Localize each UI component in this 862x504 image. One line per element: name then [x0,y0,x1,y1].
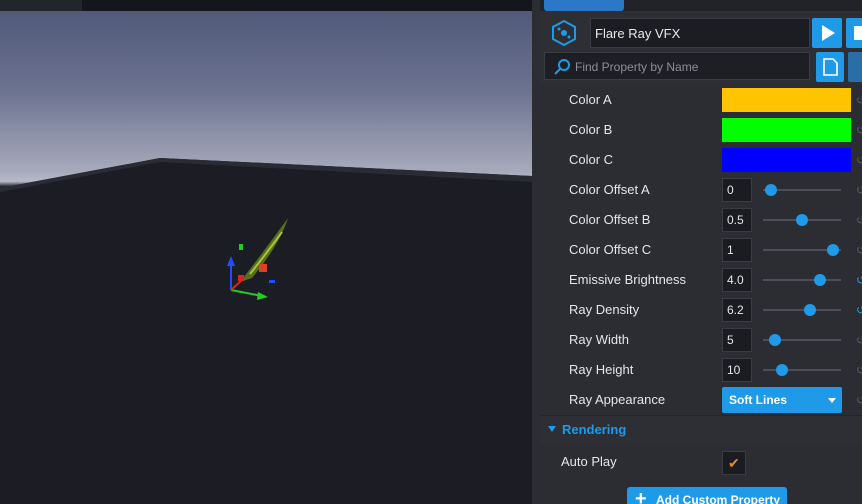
chevron-down-icon [828,398,836,403]
property-label: Ray Density [569,302,640,317]
reset-icon[interactable]: ↺ [856,93,862,107]
property-label: Color B [569,122,613,137]
reset-icon[interactable]: ↺ [856,243,862,257]
panel-splitter[interactable] [532,0,540,504]
reset-icon[interactable]: ↺ [856,183,862,197]
document-icon [823,58,838,76]
collapse-triangle-icon [548,426,556,432]
vfx-object-icon [548,18,580,48]
property-label: Color C [569,152,614,167]
reset-icon[interactable]: ↺ [856,333,862,347]
property-list: Rendering Auto Play ✔ + Add Custom Prope… [540,84,862,504]
property-label: Ray Height [569,362,634,377]
stop-button[interactable] [846,18,862,48]
ray-density-value-field[interactable]: 6.2 [722,298,752,322]
emissive-brightness-slider-track[interactable] [763,279,841,281]
reset-icon[interactable]: ↺ [856,393,862,407]
color-offset-b-slider-handle[interactable] [796,214,808,226]
play-icon [822,25,835,41]
ray-density-slider-handle[interactable] [803,304,816,316]
color-b-swatch[interactable] [722,118,851,142]
viewport-tab[interactable] [0,0,82,11]
color-a-swatch[interactable] [722,88,851,112]
property-label: Ray Width [569,332,629,347]
transform-gizmo[interactable] [222,214,302,304]
search-input[interactable] [573,57,807,77]
property-row-emissive-brightness: Emissive Brightness 4.0 ↺ [540,265,862,295]
color-offset-c-slider-handle[interactable] [827,244,840,256]
ray-appearance-dropdown[interactable]: Soft Lines [722,387,842,413]
stop-icon [854,26,862,40]
dropdown-value: Soft Lines [729,393,788,407]
secondary-panel-button[interactable] [848,52,862,82]
search-icon [554,59,570,75]
section-title: Rendering [562,422,627,437]
property-label: Ray Appearance [569,392,666,407]
add-custom-property-button[interactable]: + Add Custom Property [627,487,787,504]
property-row-ray-appearance: Ray Appearance Soft Lines ↺ [540,385,862,415]
ray-height-slider-track[interactable] [763,369,841,371]
property-row-ray-width: Ray Width 5 ↺ [540,325,862,355]
property-row-color-offset-b: Color Offset B 0.5 ↺ [540,205,862,235]
property-row-color-b: Color B ↺ [540,115,862,145]
color-offset-b-value-field[interactable]: 0.5 [722,208,752,232]
property-label: Color Offset C [569,242,652,257]
color-offset-c-value-field[interactable]: 1 [722,238,752,262]
property-row-color-offset-c: Color Offset C 1 ↺ [540,235,862,265]
object-name-field[interactable]: Flare Ray VFX [590,18,810,48]
ray-width-value-field[interactable]: 5 [722,328,752,352]
ray-width-slider-handle[interactable] [768,334,781,346]
reset-icon[interactable]: ↺ [856,213,862,227]
property-row-auto-play: Auto Play ✔ [540,447,862,477]
documentation-button[interactable] [816,52,844,82]
auto-play-checkbox[interactable]: ✔ [722,451,746,475]
reset-icon[interactable]: ↺ [856,273,862,287]
property-row-color-a: Color A ↺ [540,85,862,115]
reset-icon[interactable]: ↺ [856,153,862,167]
checkmark-icon: ✔ [728,455,740,471]
viewport-tab-bar [0,0,532,11]
property-row-ray-density: Ray Density 6.2 ↺ [540,295,862,325]
color-c-swatch[interactable] [722,148,851,172]
property-label: Auto Play [561,454,617,469]
ray-height-value-field[interactable]: 10 [722,358,752,382]
play-button[interactable] [812,18,842,48]
color-offset-a-value-field[interactable]: 0 [722,178,752,202]
ray-density-slider-track[interactable] [763,309,841,311]
property-label: Emissive Brightness [569,272,687,287]
tab-properties[interactable] [544,0,624,11]
3d-viewport[interactable] [0,0,532,504]
property-search [544,52,810,80]
property-row-ray-height: Ray Height 10 ↺ [540,355,862,385]
property-row-color-c: Color C ↺ [540,145,862,175]
property-label: Color Offset B [569,212,651,227]
reset-icon[interactable]: ↺ [856,363,862,377]
properties-panel: Flare Ray VFX Rendering Auto Play ✔ [540,0,862,504]
panel-tab-bar [540,0,862,11]
rendering-section-header[interactable]: Rendering [540,416,862,444]
add-custom-property-label: Add Custom Property [656,493,781,504]
plus-icon: + [635,488,647,504]
property-label: Color A [569,92,612,107]
color-offset-a-slider-handle[interactable] [764,184,777,196]
property-row-color-offset-a: Color Offset A 0 ↺ [540,175,862,205]
emissive-brightness-value-field[interactable]: 4.0 [722,268,752,292]
ray-height-slider-handle[interactable] [775,364,788,376]
emissive-brightness-slider-handle[interactable] [813,274,826,286]
reset-icon[interactable]: ↺ [856,123,862,137]
reset-icon[interactable]: ↺ [856,303,862,317]
property-label: Color Offset A [569,182,650,197]
